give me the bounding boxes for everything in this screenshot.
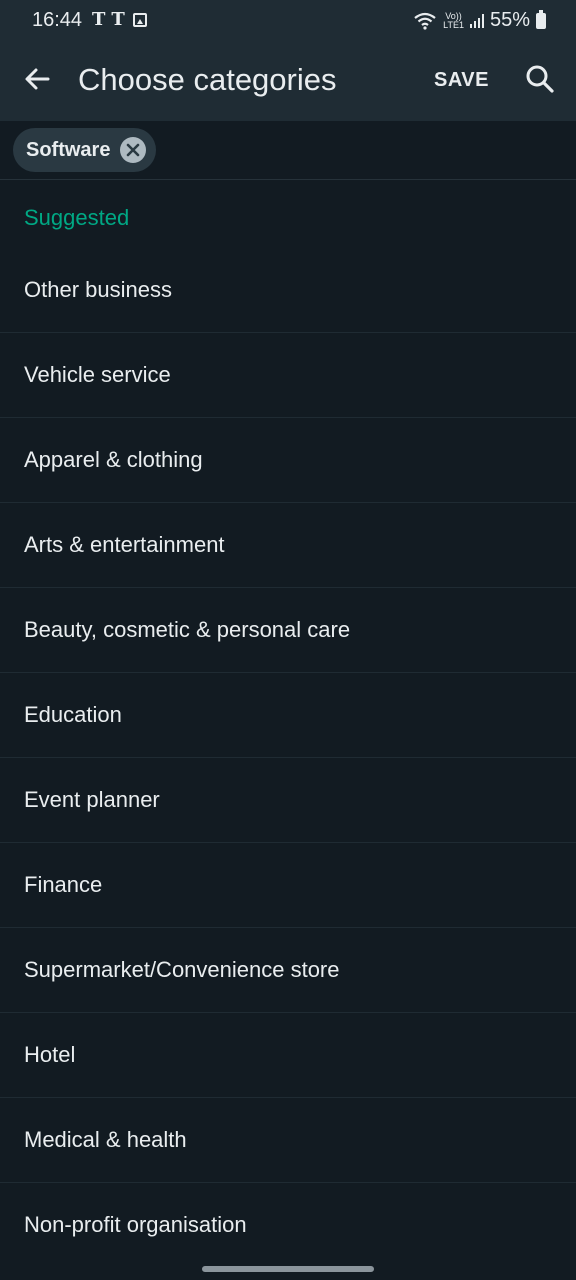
gesture-handle[interactable]	[202, 1266, 374, 1272]
status-bar: 16:44 T T Vo)) LTE1 55%	[0, 0, 576, 40]
list-item[interactable]: Apparel & clothing	[0, 418, 576, 503]
navigation-bar	[0, 1256, 576, 1280]
battery-percent: 55%	[489, 9, 530, 31]
chip-software[interactable]: Software	[13, 128, 157, 172]
battery-icon	[536, 9, 546, 29]
list-item[interactable]: Hotel	[0, 1013, 576, 1098]
volte-icon: Vo)) LTE1	[443, 10, 464, 30]
signal-icon	[469, 13, 484, 28]
list-item[interactable]: Beauty, cosmetic & personal care	[0, 588, 576, 673]
page-title: Choose categories	[78, 62, 337, 97]
tmobile-icon: T	[92, 9, 106, 30]
list-item[interactable]: Education	[0, 673, 576, 758]
chip-label: Software	[26, 138, 111, 161]
list-item[interactable]: Finance	[0, 843, 576, 928]
list-item[interactable]: Vehicle service	[0, 333, 576, 418]
status-right: Vo)) LTE1 55%	[413, 9, 546, 32]
list-item-label: Education	[24, 702, 122, 727]
close-icon	[127, 143, 140, 157]
list-item[interactable]: Other business	[0, 248, 576, 333]
search-icon	[526, 65, 554, 93]
selected-categories: Software	[0, 121, 576, 180]
list-item[interactable]: Event planner	[0, 758, 576, 843]
category-list: Other business Vehicle service Apparel &…	[0, 248, 576, 1268]
search-button[interactable]	[520, 60, 560, 100]
list-item-label: Supermarket/Convenience store	[24, 957, 340, 982]
list-item-label: Medical & health	[24, 1127, 187, 1152]
list-item[interactable]: Arts & entertainment	[0, 503, 576, 588]
list-item-label: Event planner	[24, 787, 160, 812]
notification-icons: T T	[92, 10, 147, 30]
list-item[interactable]: Medical & health	[0, 1098, 576, 1183]
list-item-label: Arts & entertainment	[24, 532, 225, 557]
list-item-label: Finance	[24, 872, 103, 897]
tmobile-icon: T	[111, 9, 125, 30]
chip-remove-button[interactable]	[120, 137, 147, 163]
wifi-icon	[414, 12, 436, 30]
list-item-label: Other business	[24, 277, 172, 302]
image-icon	[132, 13, 147, 27]
list-item[interactable]: Supermarket/Convenience store	[0, 928, 576, 1013]
status-time: 16:44	[32, 9, 83, 31]
save-button[interactable]: SAVE	[434, 64, 489, 96]
section-header-suggested: Suggested	[24, 205, 130, 230]
list-item-label: Hotel	[24, 1042, 76, 1067]
back-button[interactable]	[18, 60, 58, 100]
list-item-label: Vehicle service	[24, 362, 171, 387]
app-bar: Choose categories SAVE	[0, 40, 576, 121]
list-item-label: Beauty, cosmetic & personal care	[24, 617, 351, 642]
list-item-label: Non-profit organisation	[24, 1212, 247, 1237]
arrow-back-icon	[25, 68, 50, 90]
list-item-label: Apparel & clothing	[24, 447, 203, 472]
